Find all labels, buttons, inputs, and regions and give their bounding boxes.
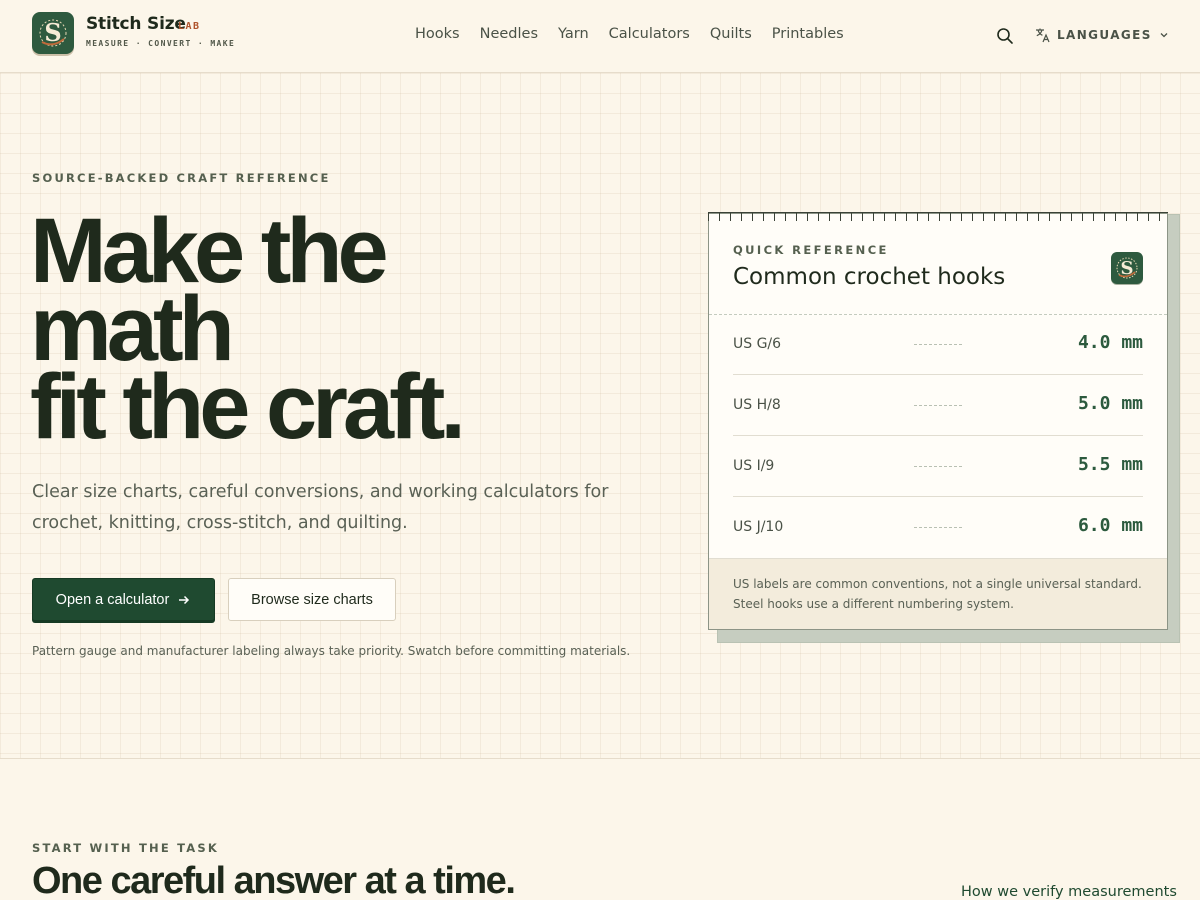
logo[interactable]: S xyxy=(32,12,74,54)
nav-item-calculators[interactable]: Calculators xyxy=(609,26,690,42)
card-logo-icon: S xyxy=(1111,252,1143,284)
hook-row: US H/8 5.0 mm xyxy=(733,375,1143,436)
search-button[interactable] xyxy=(996,27,1014,45)
languages-label: LANGUAGES xyxy=(1057,28,1152,42)
card-title: Common crochet hooks xyxy=(733,264,1006,290)
search-icon xyxy=(997,28,1013,44)
nav-item-needles[interactable]: Needles xyxy=(480,26,538,42)
section-eyebrow: START WITH THE TASK xyxy=(32,841,219,855)
hook-size-value: 4.0 mm xyxy=(1077,332,1143,353)
dotted-leader xyxy=(914,527,962,528)
hook-size-label: US H/8 xyxy=(733,397,781,413)
logo-icon: S xyxy=(39,18,67,47)
section-title: One careful answer at a time. xyxy=(32,860,516,900)
hook-row: US I/9 5.5 mm xyxy=(733,436,1143,497)
hook-size-value: 5.5 mm xyxy=(1077,454,1143,475)
languages-menu[interactable]: LANGUAGES xyxy=(1035,27,1170,43)
headline-line-3: fit the craft. xyxy=(30,356,466,458)
open-calculator-label: Open a calculator xyxy=(55,591,170,608)
chevron-down-icon xyxy=(1160,33,1168,38)
nav-item-quilts[interactable]: Quilts xyxy=(710,26,752,42)
nav-item-hooks[interactable]: Hooks xyxy=(415,26,460,42)
open-calculator-button[interactable]: Open a calculator xyxy=(32,578,215,621)
card-footnote: US labels are common conventions, not a … xyxy=(709,558,1167,629)
dotted-leader xyxy=(914,344,962,345)
hero-disclaimer: Pattern gauge and manufacturer labeling … xyxy=(32,644,631,658)
hero-section: SOURCE-BACKED CRAFT REFERENCE Make the m… xyxy=(0,73,1200,759)
hero-headline: Make the math fit the craft. xyxy=(30,205,466,458)
ruler-ticks xyxy=(708,212,1168,221)
hero-eyebrow: SOURCE-BACKED CRAFT REFERENCE xyxy=(32,171,331,185)
hero-subtext: Clear size charts, careful conversions, … xyxy=(32,482,609,533)
nav-item-printables[interactable]: Printables xyxy=(772,26,844,42)
hook-row: US J/10 6.0 mm xyxy=(733,497,1143,558)
hook-size-label: US I/9 xyxy=(733,458,775,474)
dotted-leader xyxy=(914,466,962,467)
arrow-right-icon xyxy=(179,595,190,604)
brand-tagline: MEASURE · CONVERT · MAKE xyxy=(86,39,236,48)
hook-size-label: US J/10 xyxy=(733,519,784,535)
dotted-leader xyxy=(914,405,962,406)
hook-size-value: 5.0 mm xyxy=(1077,393,1143,414)
hook-row: US G/6 4.0 mm xyxy=(733,314,1143,375)
hook-size-value: 6.0 mm xyxy=(1077,515,1143,536)
quick-reference-card: QUICK REFERENCE Common crochet hooks S U… xyxy=(708,213,1168,630)
verify-measurements-link[interactable]: How we verify measurements xyxy=(961,884,1177,900)
card-eyebrow: QUICK REFERENCE xyxy=(733,243,889,257)
site-header: S Stitch Size LAB MEASURE · CONVERT · MA… xyxy=(0,0,1200,73)
brand-name[interactable]: Stitch Size xyxy=(86,14,186,34)
hook-size-label: US G/6 xyxy=(733,336,782,352)
brand-lab-badge: LAB xyxy=(178,21,201,32)
translate-icon xyxy=(1036,28,1050,43)
browse-size-charts-button[interactable]: Browse size charts xyxy=(228,578,396,621)
main-nav: Hooks Needles Yarn Calculators Quilts Pr… xyxy=(415,26,844,42)
logo-icon: S xyxy=(1116,257,1138,279)
nav-item-yarn[interactable]: Yarn xyxy=(558,26,589,42)
